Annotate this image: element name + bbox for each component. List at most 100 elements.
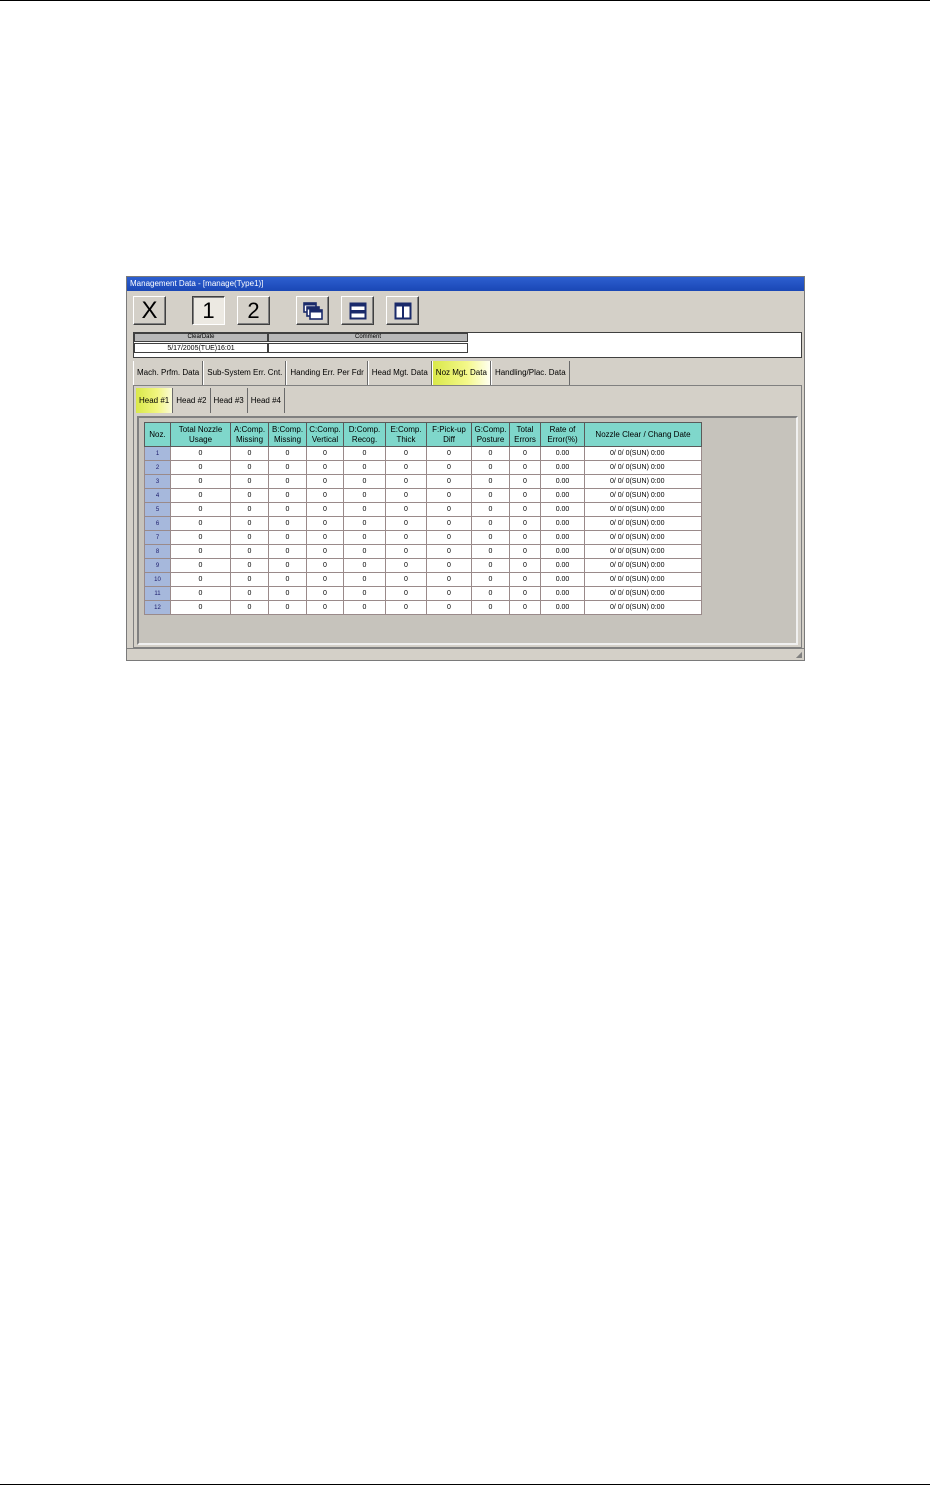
table-cell: 0 [509, 558, 541, 573]
tab-handing-err-per-fdr[interactable]: Handing Err. Per Fdr [286, 361, 368, 385]
table-cell: 0 [170, 474, 231, 489]
tab-head-4[interactable]: Head #4 [248, 388, 285, 413]
column-header-line: F:Pick-up [432, 424, 466, 434]
close-button[interactable]: X [133, 296, 166, 325]
table-row[interactable]: 1 0 0 0 0 0 0 0 0 0 0.00 0/ 0/ 0(SUN) 0:00 [144, 446, 702, 461]
table-row[interactable]: 9 0 0 0 0 0 0 0 0 0 0.00 0/ 0/ 0(SUN) 0:00 [144, 558, 702, 573]
table-cell: 0 [170, 530, 231, 545]
table-row[interactable]: 11 0 0 0 0 0 0 0 0 0 0.00 0/ 0/ 0(SUN) 0:00 [144, 586, 702, 601]
table-row[interactable]: 4 0 0 0 0 0 0 0 0 0 0.00 0/ 0/ 0(SUN) 0:00 [144, 488, 702, 503]
table-cell: 0 [343, 558, 386, 573]
nozzle-number-cell: 2 [144, 460, 171, 475]
nozzle-grid-area: Noz. Total Nozzle Usage A:Comp. Missing B:Com… [137, 416, 798, 645]
nozzle-number-cell: 7 [144, 530, 171, 545]
column-header-line: Missing [273, 434, 302, 444]
table-cell: 0 [426, 558, 472, 573]
table-cell: 0 [170, 572, 231, 587]
table-cell: 0.00 [540, 586, 585, 601]
nozzle-number-cell: 12 [144, 600, 171, 615]
table-cell: 0.00 [540, 488, 585, 503]
clear-date-header: ClearDate [134, 333, 268, 342]
resize-grip-icon[interactable]: ◢ [796, 650, 802, 659]
tab-handling-plac-data[interactable]: Handling/Plac. Data [490, 361, 570, 385]
table-cell: 0 [509, 586, 541, 601]
table-cell: 0 [170, 516, 231, 531]
tile-horizontal-button[interactable] [341, 296, 374, 325]
page-2-button[interactable]: 2 [237, 296, 270, 325]
head-tabs: Head #1 Head #2 Head #3 Head #4 [136, 388, 285, 413]
tile-horizontal-icon [349, 302, 366, 319]
tab-sub-system-err-cnt[interactable]: Sub-System Err. Cnt. [203, 361, 287, 385]
table-cell: 0 [343, 600, 386, 615]
table-header-row: Noz. Total Nozzle Usage A:Comp. Missing B:Com… [144, 422, 702, 447]
table-row[interactable]: 10 0 0 0 0 0 0 0 0 0 0.00 0/ 0/ 0(SUN) 0:00 [144, 572, 702, 587]
table-cell: 0 [268, 474, 307, 489]
column-header: A:Comp. Missing [230, 422, 269, 447]
tab-head-1[interactable]: Head #1 [136, 388, 174, 413]
table-cell: 0 [385, 460, 427, 475]
close-icon: X [141, 296, 158, 324]
table-row[interactable]: 3 0 0 0 0 0 0 0 0 0 0.00 0/ 0/ 0(SUN) 0:00 [144, 474, 702, 489]
table-cell: 0 [509, 488, 541, 503]
nozzle-number-cell: 11 [144, 586, 171, 601]
table-cell: 0.00 [540, 446, 585, 461]
nozzle-date-cell: 0/ 0/ 0(SUN) 0:00 [584, 558, 702, 573]
tile-vertical-button[interactable] [386, 296, 419, 325]
table-cell: 0 [426, 586, 472, 601]
table-row[interactable]: 7 0 0 0 0 0 0 0 0 0 0.00 0/ 0/ 0(SUN) 0:00 [144, 530, 702, 545]
column-header-line: Noz. [149, 429, 166, 439]
management-data-window: Management Data - [manage(Type1)] X 1 2 [126, 276, 805, 661]
nozzle-date-cell: 0/ 0/ 0(SUN) 0:00 [584, 474, 702, 489]
table-cell: 0 [343, 586, 386, 601]
table-cell: 0 [471, 474, 510, 489]
table-row[interactable]: 2 0 0 0 0 0 0 0 0 0 0.00 0/ 0/ 0(SUN) 0:00 [144, 460, 702, 475]
table-cell: 0 [385, 488, 427, 503]
cascade-windows-button[interactable] [296, 296, 329, 325]
status-bar: ◢ [127, 648, 804, 660]
table-cell: 0 [343, 530, 386, 545]
nozzle-data-panel: Head #1 Head #2 Head #3 Head #4 Noz. Tota… [133, 385, 802, 648]
column-header-line: Posture [476, 434, 505, 444]
table-cell: 0 [306, 586, 344, 601]
column-header: F:Pick-up Diff [426, 422, 472, 447]
table-cell: 0 [306, 460, 344, 475]
tab-mach-prfm-data[interactable]: Mach. Prfm. Data [133, 361, 204, 385]
table-cell: 0 [306, 600, 344, 615]
tab-head-mgt-data[interactable]: Head Mgt. Data [367, 361, 432, 385]
column-header-line: Missing [235, 434, 264, 444]
tab-head-3[interactable]: Head #3 [211, 388, 248, 413]
column-header-line: D:Comp. [348, 424, 381, 434]
table-cell: 0 [306, 544, 344, 559]
tab-noz-mgt-data[interactable]: Noz Mgt. Data [431, 361, 491, 385]
table-cell: 0 [471, 488, 510, 503]
tab-head-2[interactable]: Head #2 [173, 388, 211, 413]
column-header: C:Comp. Vertical [306, 422, 344, 447]
nozzle-date-cell: 0/ 0/ 0(SUN) 0:00 [584, 488, 702, 503]
table-row[interactable]: 6 0 0 0 0 0 0 0 0 0 0.00 0/ 0/ 0(SUN) 0:00 [144, 516, 702, 531]
table-cell: 0 [230, 544, 269, 559]
table-cell: 0.00 [540, 502, 585, 517]
column-header: Rate of Error(%) [540, 422, 585, 447]
table-cell: 0 [268, 488, 307, 503]
table-cell: 0 [471, 446, 510, 461]
table-cell: 0 [343, 446, 386, 461]
comment-value[interactable] [268, 343, 468, 353]
table-cell: 0 [426, 474, 472, 489]
table-cell: 0.00 [540, 572, 585, 587]
table-cell: 0 [471, 572, 510, 587]
table-cell: 0 [426, 446, 472, 461]
table-row[interactable]: 12 0 0 0 0 0 0 0 0 0 0.00 0/ 0/ 0(SUN) 0:00 [144, 600, 702, 615]
column-header-line: Error(%) [547, 434, 578, 444]
nozzle-date-cell: 0/ 0/ 0(SUN) 0:00 [584, 446, 702, 461]
table-row[interactable]: 5 0 0 0 0 0 0 0 0 0 0.00 0/ 0/ 0(SUN) 0:00 [144, 502, 702, 517]
table-cell: 0 [471, 530, 510, 545]
table-row[interactable]: 8 0 0 0 0 0 0 0 0 0 0.00 0/ 0/ 0(SUN) 0:00 [144, 544, 702, 559]
table-cell: 0 [306, 516, 344, 531]
table-cell: 0 [230, 572, 269, 587]
page-1-button[interactable]: 1 [192, 296, 225, 325]
column-header-line: Nozzle Clear / Chang Date [595, 429, 691, 439]
table-cell: 0 [170, 586, 231, 601]
nozzle-date-cell: 0/ 0/ 0(SUN) 0:00 [584, 600, 702, 615]
table-cell: 0 [268, 530, 307, 545]
table-cell: 0 [426, 530, 472, 545]
